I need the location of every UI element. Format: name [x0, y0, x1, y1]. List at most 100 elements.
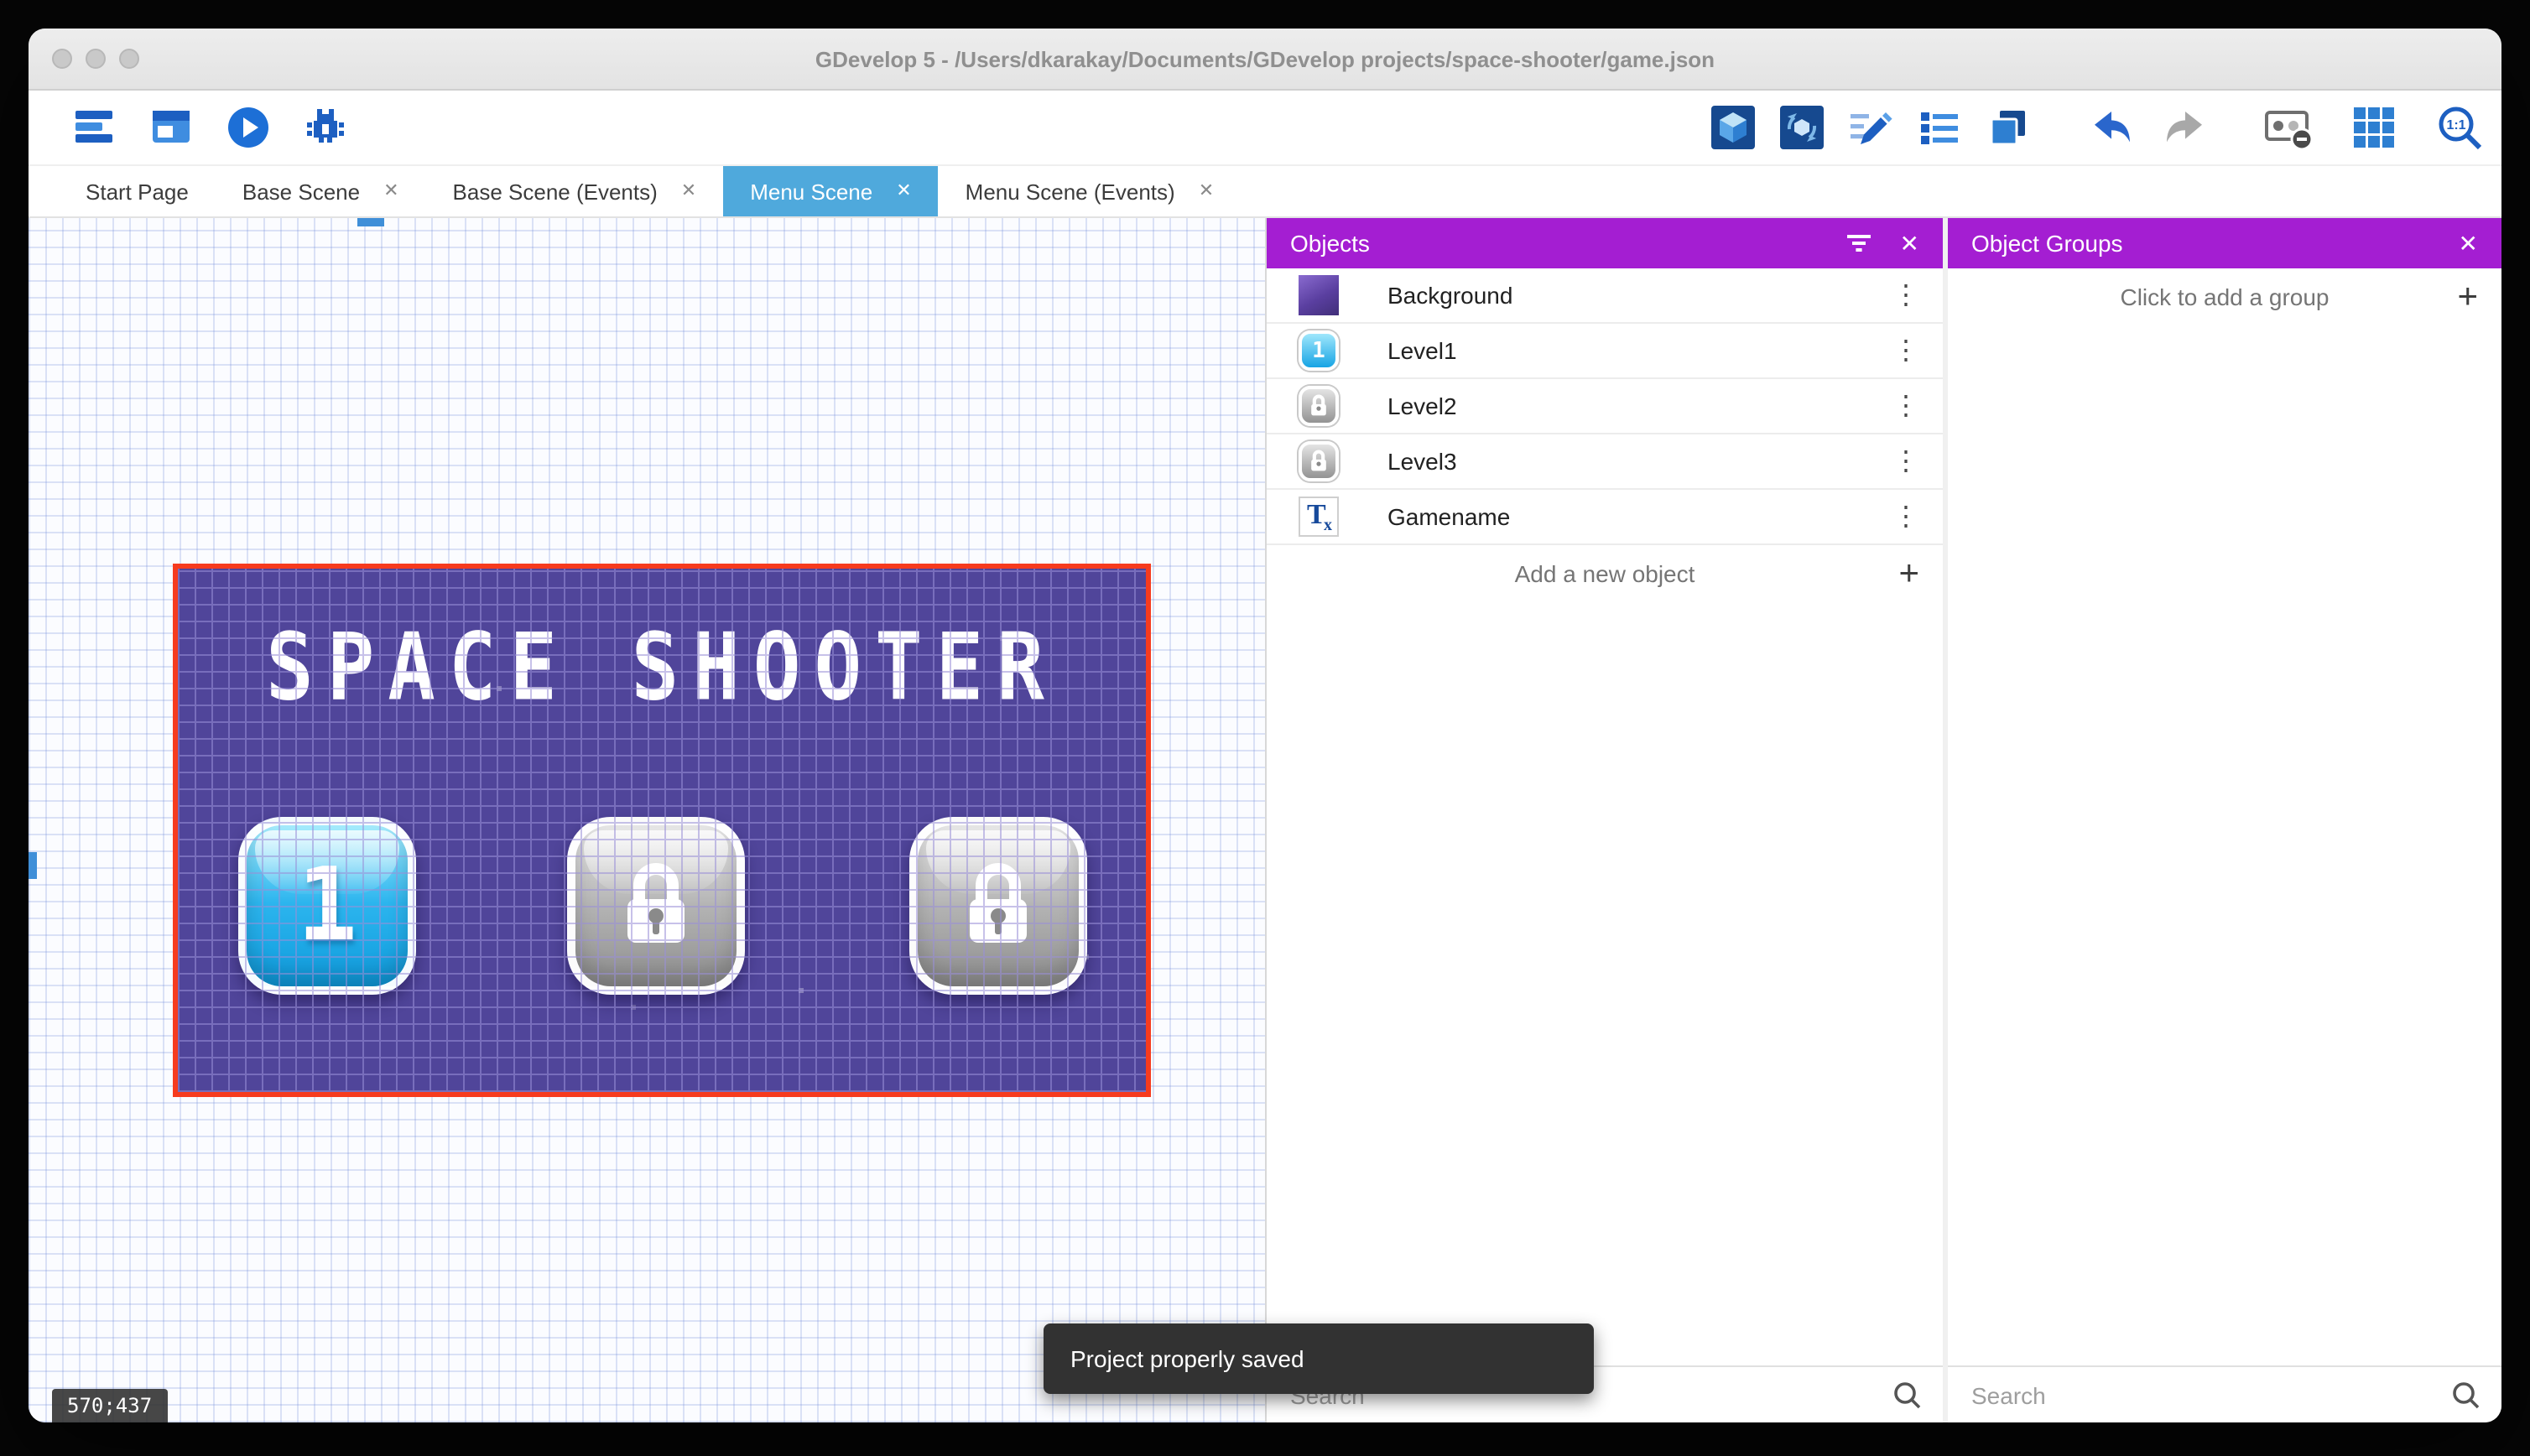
- object-row-level3[interactable]: Level3 ⋮: [1267, 434, 1943, 490]
- plus-icon[interactable]: +: [1898, 556, 1919, 591]
- object-groups-search-bar: [1948, 1365, 2501, 1422]
- tab-menu-scene[interactable]: Menu Scene ✕: [723, 166, 939, 216]
- object-row-level1[interactable]: 1 Level1 ⋮: [1267, 324, 1943, 379]
- object-groups-empty-space: [1948, 325, 2501, 1365]
- close-panel-icon[interactable]: ✕: [2459, 231, 2478, 255]
- close-tab-icon[interactable]: ✕: [383, 181, 398, 200]
- toolbar-right-group: 1:1: [1708, 102, 2485, 153]
- kebab-menu-icon[interactable]: ⋮: [1889, 389, 1923, 423]
- tab-bar: Start Page Base Scene ✕ Base Scene (Even…: [29, 166, 2501, 218]
- object-groups-panel-header: Object Groups ✕: [1948, 218, 2501, 268]
- properties-icon[interactable]: [1845, 102, 1896, 153]
- undo-icon[interactable]: [2089, 102, 2139, 153]
- close-tab-icon[interactable]: ✕: [681, 181, 696, 200]
- object-name: Gamename: [1387, 503, 1511, 530]
- object-thumbnail: 1: [1297, 329, 1340, 372]
- object-name: Background: [1387, 282, 1513, 309]
- tab-label: Base Scene: [242, 179, 361, 204]
- objects-panel: Objects ✕ Background ⋮ 1 Level1 ⋮ Level2…: [1265, 218, 1943, 1422]
- vertical-scrollbar-thumb[interactable]: [29, 852, 37, 879]
- tab-base-scene-events[interactable]: Base Scene (Events) ✕: [426, 166, 724, 216]
- lock-icon: [1311, 394, 1326, 416]
- lock-icon: [1311, 450, 1326, 471]
- object-groups-search-input[interactable]: [1968, 1380, 2424, 1410]
- search-icon[interactable]: [2451, 1380, 2481, 1410]
- fullscreen-window-button[interactable]: [119, 49, 139, 69]
- object-thumbnail: [1297, 439, 1340, 483]
- level3-button-instance-locked[interactable]: [909, 817, 1087, 995]
- add-group-button[interactable]: Click to add a group +: [1948, 268, 2501, 325]
- text-object-icon: [1299, 497, 1339, 537]
- screenshot-stage: GDevelop 5 - /Users/dkarakay/Documents/G…: [0, 0, 2530, 1456]
- search-icon[interactable]: [1892, 1380, 1923, 1410]
- scene-title-text: SPACE SHOOTER: [266, 614, 1058, 723]
- toast-notification: Project properly saved: [1044, 1323, 1594, 1394]
- objects-panel-title: Objects: [1290, 230, 1370, 257]
- tab-label: Menu Scene (Events): [965, 179, 1175, 204]
- level2-button-instance-locked[interactable]: [567, 817, 745, 995]
- tab-menu-scene-events[interactable]: Menu Scene (Events) ✕: [939, 166, 1241, 216]
- object-groups-panel-title: Object Groups: [1971, 230, 2123, 257]
- tab-base-scene[interactable]: Base Scene ✕: [216, 166, 426, 216]
- traffic-lights: [52, 49, 139, 69]
- instances-list-icon[interactable]: [1914, 102, 1965, 153]
- close-window-button[interactable]: [52, 49, 72, 69]
- object-name: Level1: [1387, 337, 1457, 364]
- level1-number: 1: [296, 847, 358, 965]
- play-preview-icon[interactable]: [223, 102, 273, 153]
- window-title: GDevelop 5 - /Users/dkarakay/Documents/G…: [815, 46, 1715, 71]
- objects-panel-header: Objects ✕: [1267, 218, 1943, 268]
- kebab-menu-icon[interactable]: ⋮: [1889, 500, 1923, 533]
- layers-icon[interactable]: [1983, 102, 2033, 153]
- object-row-level2[interactable]: Level2 ⋮: [1267, 379, 1943, 434]
- titlebar: GDevelop 5 - /Users/dkarakay/Documents/G…: [29, 29, 2501, 91]
- window-mask-icon[interactable]: [2263, 102, 2314, 153]
- cursor-coordinates: 570;437: [52, 1389, 168, 1422]
- horizontal-scrollbar-thumb[interactable]: [357, 218, 384, 226]
- object-thumbnail: [1297, 495, 1340, 538]
- start-page-window-icon[interactable]: [146, 102, 196, 153]
- close-tab-icon[interactable]: ✕: [896, 181, 911, 200]
- redo-icon[interactable]: [2158, 102, 2208, 153]
- main-area: SPACE SHOOTER 1 570;437 Objects ✕ Backgr…: [29, 218, 2501, 1422]
- lock-icon: [970, 863, 1027, 943]
- scene-camera-preview[interactable]: SPACE SHOOTER 1: [173, 564, 1151, 1097]
- close-panel-icon[interactable]: ✕: [1900, 231, 1919, 255]
- debug-icon[interactable]: [300, 102, 351, 153]
- main-toolbar: 1:1: [29, 91, 2501, 166]
- kebab-menu-icon[interactable]: ⋮: [1889, 334, 1923, 367]
- object-thumbnail: [1297, 384, 1340, 428]
- plus-icon[interactable]: +: [2457, 279, 2478, 315]
- level1-button-instance[interactable]: 1: [238, 817, 416, 995]
- kebab-menu-icon[interactable]: ⋮: [1889, 278, 1923, 312]
- add-new-object-label: Add a new object: [1514, 560, 1695, 587]
- object-name: Level2: [1387, 393, 1457, 419]
- object-groups-editor-icon[interactable]: [1777, 102, 1827, 153]
- tab-label: Menu Scene: [750, 179, 873, 204]
- tab-label: Base Scene (Events): [452, 179, 658, 204]
- tab-start-page[interactable]: Start Page: [59, 166, 216, 216]
- object-row-background[interactable]: Background ⋮: [1267, 268, 1943, 324]
- add-new-object-button[interactable]: Add a new object +: [1267, 545, 1943, 602]
- lock-icon: [627, 863, 685, 943]
- object-groups-panel: Object Groups ✕ Click to add a group +: [1943, 218, 2501, 1422]
- object-name: Level3: [1387, 448, 1457, 475]
- scene-editor-canvas[interactable]: SPACE SHOOTER 1 570;437: [29, 218, 1265, 1422]
- filter-icon[interactable]: [1846, 231, 1873, 255]
- close-tab-icon[interactable]: ✕: [1199, 181, 1214, 200]
- add-group-label: Click to add a group: [2120, 283, 2330, 310]
- grid-icon[interactable]: [2349, 102, 2399, 153]
- tab-label: Start Page: [86, 179, 189, 204]
- kebab-menu-icon[interactable]: ⋮: [1889, 445, 1923, 478]
- gdevelop-window: GDevelop 5 - /Users/dkarakay/Documents/G…: [29, 29, 2501, 1422]
- zoom-icon[interactable]: 1:1: [2434, 102, 2485, 153]
- project-manager-icon[interactable]: [69, 102, 119, 153]
- objects-editor-icon[interactable]: [1708, 102, 1758, 153]
- zoom-level-label: 1:1: [2446, 118, 2465, 133]
- object-row-gamename[interactable]: Gamename ⋮: [1267, 490, 1943, 545]
- toolbar-left-group: [69, 102, 351, 153]
- objects-panel-empty-space: [1267, 602, 1943, 1365]
- object-thumbnail: [1297, 273, 1340, 317]
- minimize-window-button[interactable]: [86, 49, 106, 69]
- toast-message: Project properly saved: [1070, 1345, 1304, 1372]
